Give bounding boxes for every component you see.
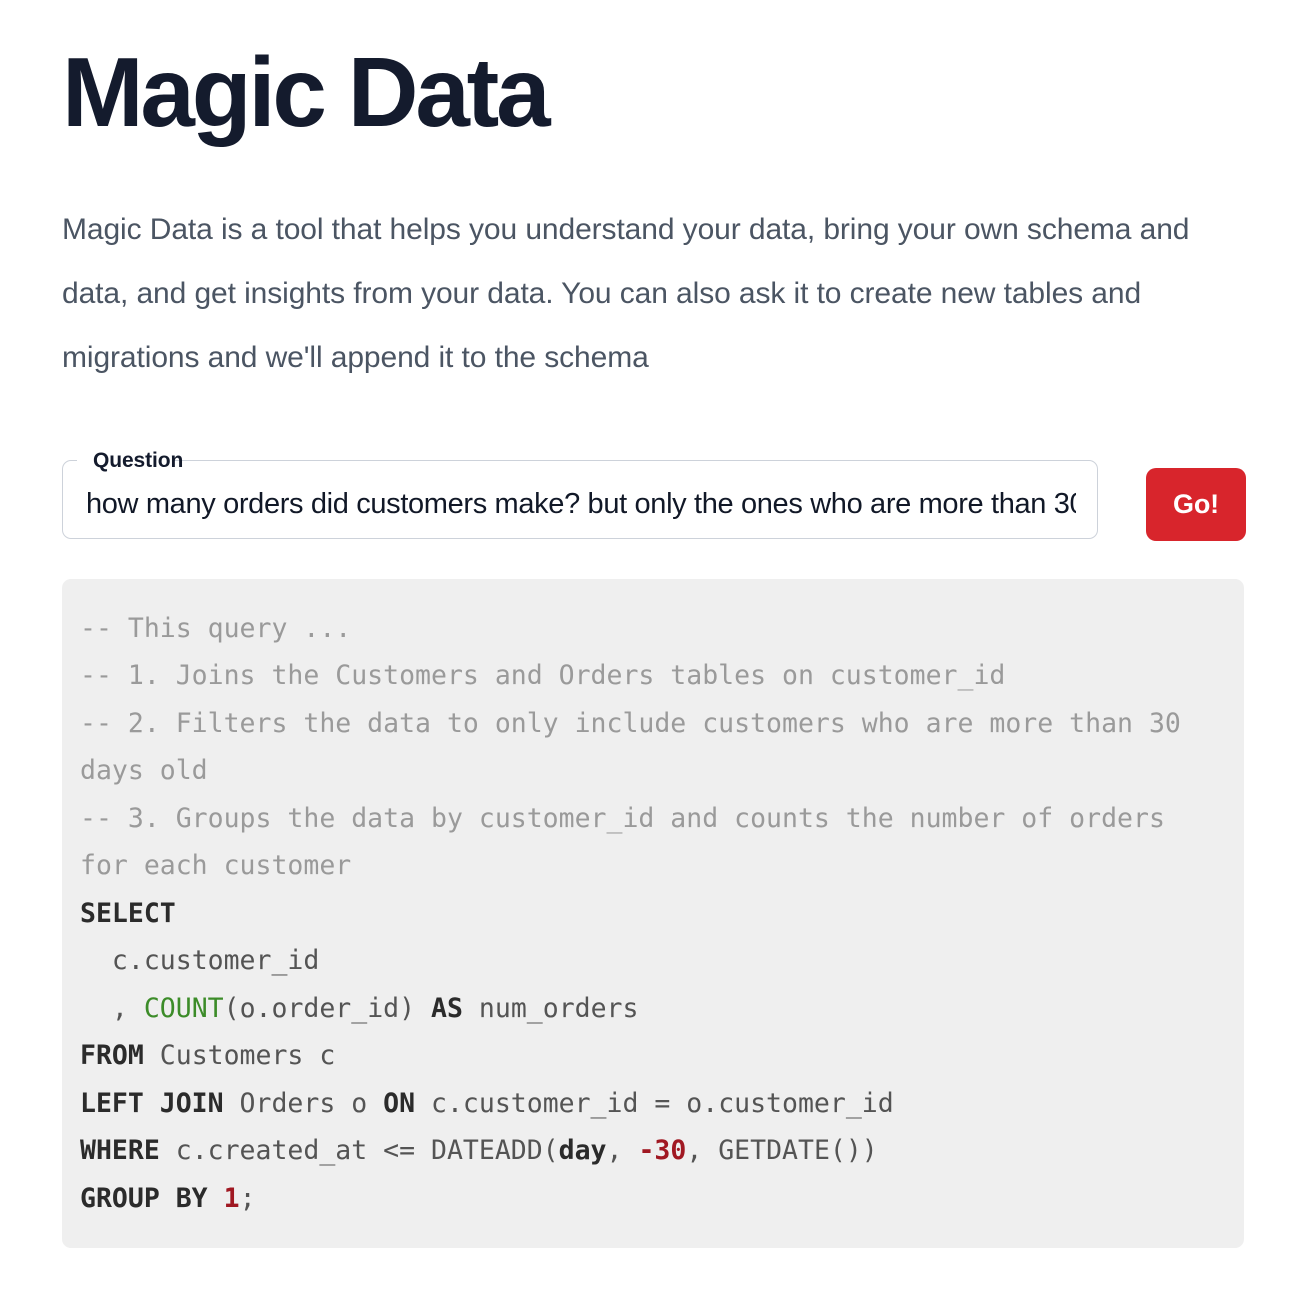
- sql-code-content: -- This query ... -- 1. Joins the Custom…: [80, 612, 1197, 1214]
- question-field-wrapper: Question Question: [62, 449, 1098, 540]
- sql-code: -- This query ... -- 1. Joins the Custom…: [80, 605, 1222, 1223]
- sql-result-panel: -- This query ... -- 1. Joins the Custom…: [62, 578, 1244, 1249]
- page-root: Magic Data Magic Data is a tool that hel…: [0, 0, 1292, 1249]
- question-input[interactable]: [62, 469, 1098, 540]
- go-button[interactable]: Go!: [1146, 467, 1246, 541]
- app-description: Magic Data is a tool that helps you unde…: [62, 212, 1190, 374]
- page-title: Magic Data: [62, 37, 551, 147]
- query-form: Question Question Go!: [62, 449, 1246, 541]
